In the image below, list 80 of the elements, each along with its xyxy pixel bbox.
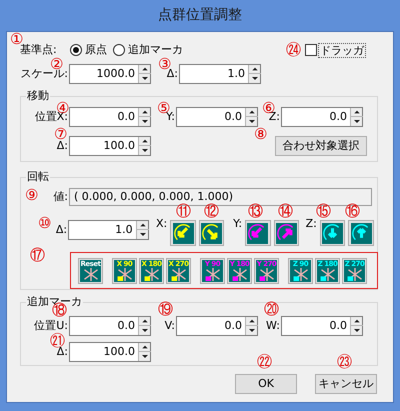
annotation-number: ㉑ [50, 334, 65, 349]
axis-label: Z: [304, 217, 317, 232]
up-arrow-icon [139, 65, 151, 74]
number-field[interactable]: 1000.0 [69, 64, 151, 84]
field-label: 基準点: [20, 42, 58, 58]
asterisk-icon [170, 268, 186, 280]
number-field[interactable]: 0.0 [69, 316, 151, 336]
field-label: 値: [53, 188, 68, 205]
number-field[interactable]: 1.0 [68, 220, 149, 240]
spin-button[interactable] [138, 317, 150, 335]
up-arrow-icon [246, 317, 258, 326]
up-arrow-icon [351, 108, 363, 117]
up-arrow-icon [139, 317, 151, 326]
field-label: W: [266, 318, 280, 334]
field-label: V: [164, 318, 175, 334]
asterisk-icon [320, 268, 336, 280]
rotate-button[interactable] [348, 220, 374, 246]
rotate-button[interactable] [245, 220, 271, 246]
number-field[interactable]: 100.0 [69, 136, 151, 156]
spin-button[interactable] [138, 108, 150, 126]
asterisk-icon [144, 268, 160, 280]
rotate-button[interactable] [274, 220, 300, 246]
asterisk-icon [116, 268, 132, 280]
asterisk-icon [292, 268, 308, 280]
annotation-number: ⑩ [38, 216, 52, 231]
annotation-number: ⑲ [158, 302, 173, 317]
window-title: 点群位置調整 [157, 6, 243, 25]
annotation-number: ⑨ [25, 188, 38, 203]
select-target-button[interactable]: 合わせ対象選択 [275, 136, 367, 156]
spin-button[interactable] [136, 221, 148, 239]
annotation-number: ⑳ [264, 302, 279, 317]
up-arrow-icon [139, 108, 151, 117]
spin-button[interactable] [245, 317, 257, 335]
axis-label: Y: [232, 216, 244, 232]
spin-button[interactable] [138, 65, 150, 83]
annotation-number: ㉓ [337, 355, 352, 370]
annotation-number: ⑪ [176, 204, 191, 219]
number-field[interactable]: 0.0 [69, 107, 151, 127]
spin-button[interactable] [138, 343, 150, 361]
up-arrow-icon [139, 137, 151, 146]
spin-button[interactable] [350, 317, 362, 335]
radio-option[interactable]: 追加マーカ [113, 42, 183, 58]
asterisk-icon [346, 268, 362, 280]
asterisk-icon [82, 268, 98, 280]
asterisk-icon [204, 268, 220, 280]
number-field[interactable]: 100.0 [69, 342, 151, 362]
ok-button[interactable]: OK [235, 374, 297, 394]
number-field[interactable]: 0.0 [281, 316, 363, 336]
rotate-button[interactable] [170, 220, 196, 246]
up-arrow-icon [139, 343, 151, 352]
spin-button[interactable] [248, 65, 260, 83]
cancel-button[interactable]: キャンセル [315, 374, 377, 394]
annotation-number: ⑮ [316, 204, 331, 219]
field-label: Δ: [56, 222, 68, 238]
rotate-button[interactable] [320, 220, 346, 246]
number-field[interactable]: 0.0 [176, 316, 258, 336]
number-field[interactable]: 1.0 [179, 64, 261, 84]
annotation-number: ⑰ [30, 248, 45, 263]
annotation-number: ⑫ [204, 204, 219, 219]
rotate-button[interactable] [198, 220, 224, 246]
axis-label: X: [155, 216, 168, 232]
number-field[interactable]: 0.0 [176, 107, 258, 127]
up-arrow-icon [246, 108, 258, 117]
annotation-number: ㉒ [257, 355, 272, 370]
spin-button[interactable] [245, 108, 257, 126]
up-arrow-icon [136, 221, 149, 230]
radio-option[interactable]: 原点 [70, 42, 107, 58]
spin-button[interactable] [350, 108, 362, 126]
asterisk-icon [258, 268, 274, 280]
annotation-number: ㉔ [286, 43, 301, 58]
field-label: 位置U: [34, 318, 68, 333]
asterisk-icon [232, 268, 248, 280]
annotation-number: ⑧ [254, 127, 268, 142]
annotation-number: ⑬ [248, 204, 263, 219]
annotation-number: ⑭ [278, 204, 293, 219]
spin-button[interactable] [138, 137, 150, 155]
annotation-number: ⑯ [345, 204, 360, 219]
number-field[interactable]: 0.0 [281, 107, 363, 127]
up-arrow-icon [351, 317, 363, 326]
up-arrow-icon [249, 65, 261, 74]
